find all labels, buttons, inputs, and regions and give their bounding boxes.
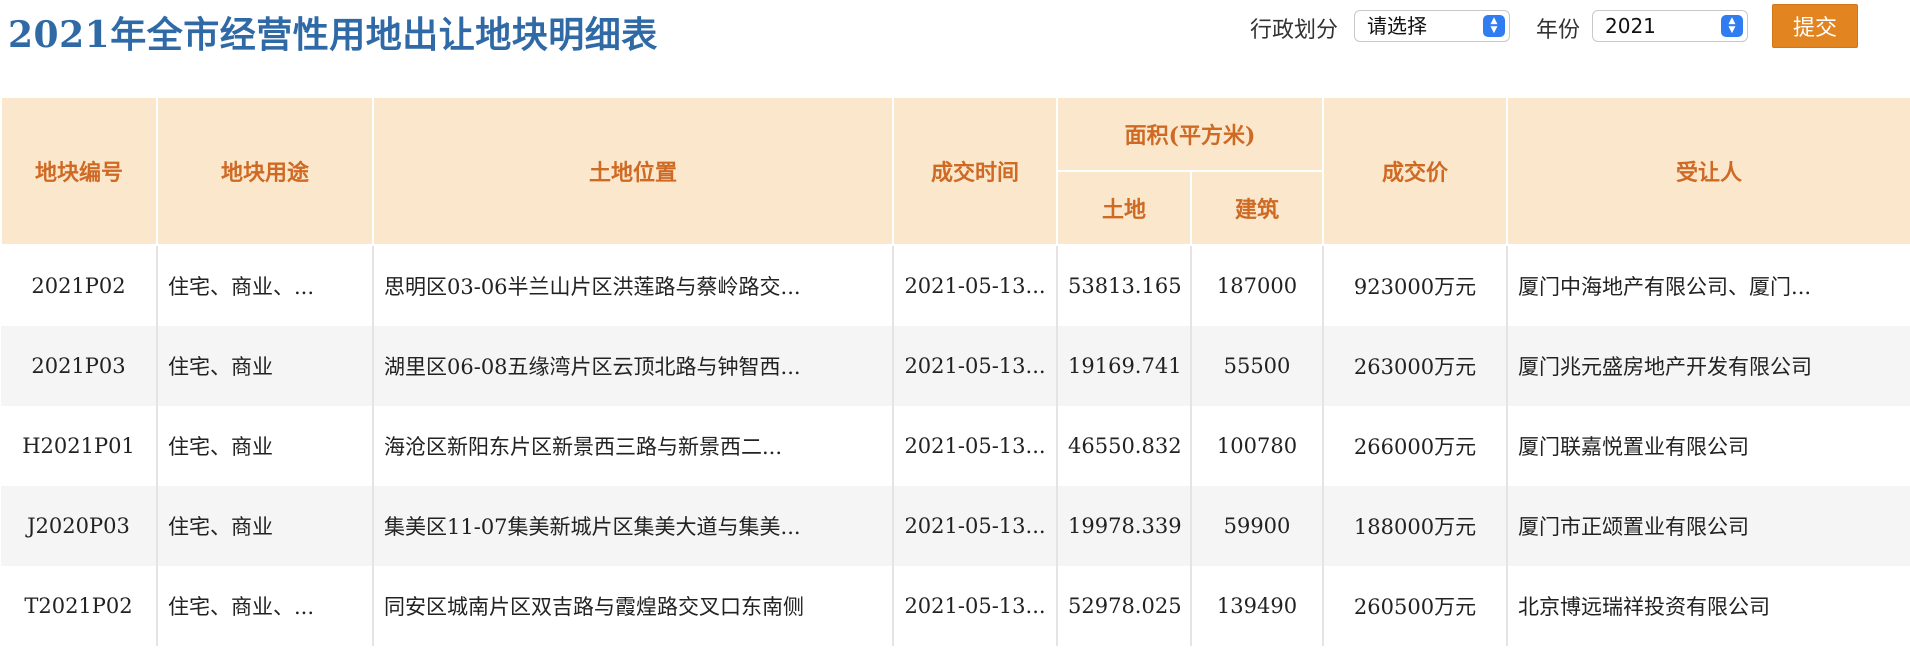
cell-plot-id: H2021P01	[1, 406, 158, 486]
header-price: 成交价	[1322, 96, 1509, 246]
cell-price: 188000万元	[1322, 486, 1509, 566]
header-assignee: 受让人	[1506, 96, 1910, 246]
cell-plot-id: J2020P03	[1, 486, 158, 566]
land-table: 地块编号 地块用途 土地位置 成交时间 面积(平方米) 成交价 受让人 土地 建…	[0, 96, 1910, 646]
cell-area-building: 139490	[1189, 566, 1325, 646]
page-title: 2021年全市经营性用地出让地块明细表	[8, 14, 658, 56]
cell-area-land: 46550.832	[1056, 406, 1192, 486]
cell-area-building: 187000	[1189, 245, 1325, 326]
cell-area-land: 52978.025	[1056, 566, 1192, 646]
cell-assignee: 厦门市正颂置业有限公司	[1506, 486, 1910, 566]
cell-deal-time: 2021-05-13...	[892, 326, 1058, 406]
header-plot-id: 地块编号	[0, 96, 158, 246]
district-select-value: 请选择	[1367, 14, 1427, 38]
cell-area-building: 59900	[1189, 486, 1325, 566]
cell-use: 住宅、商业	[156, 326, 374, 406]
year-select-value: 2021	[1605, 14, 1656, 38]
table-row: H2021P01 住宅、商业 海沧区新阳东片区新景西三路与新景西二... 202…	[1, 406, 1910, 486]
toolbar: 2021年全市经营性用地出让地块明细表 行政划分 请选择 ▲ ▼ 年份 2021 …	[0, 0, 1910, 96]
submit-button[interactable]: 提交	[1772, 4, 1858, 48]
cell-price: 923000万元	[1322, 245, 1509, 326]
cell-area-land: 19978.339	[1056, 486, 1192, 566]
cell-price: 266000万元	[1322, 406, 1509, 486]
cell-use: 住宅、商业	[156, 406, 374, 486]
cell-deal-time: 2021-05-13...	[892, 486, 1058, 566]
district-select[interactable]: 请选择 ▲ ▼	[1354, 10, 1510, 42]
cell-use: 住宅、商业	[156, 486, 374, 566]
table-row: T2021P02 住宅、商业、... 同安区城南片区双吉路与霞煌路交叉口东南侧 …	[1, 566, 1910, 646]
cell-deal-time: 2021-05-13...	[892, 245, 1058, 326]
select-arrows-icon: ▲ ▼	[1721, 15, 1743, 37]
cell-deal-time: 2021-05-13...	[892, 566, 1058, 646]
table-row: 2021P02 住宅、商业、... 思明区03-06半兰山片区洪莲路与蔡岭路交.…	[1, 245, 1910, 326]
header-location: 土地位置	[372, 96, 894, 246]
cell-price: 263000万元	[1322, 326, 1509, 406]
cell-location: 湖里区06-08五缘湾片区云顶北路与钟智西...	[372, 326, 894, 406]
header-use: 地块用途	[156, 96, 374, 246]
year-label: 年份	[1536, 18, 1581, 43]
table-header: 地块编号 地块用途 土地位置 成交时间 面积(平方米) 成交价 受让人 土地 建…	[0, 96, 1910, 246]
cell-location: 海沧区新阳东片区新景西三路与新景西二...	[372, 406, 894, 486]
table-body: 2021P02 住宅、商业、... 思明区03-06半兰山片区洪莲路与蔡岭路交.…	[1, 245, 1910, 646]
cell-use: 住宅、商业、...	[156, 566, 374, 646]
year-select[interactable]: 2021 ▲ ▼	[1592, 10, 1748, 42]
cell-use: 住宅、商业、...	[156, 245, 374, 326]
cell-plot-id: 2021P03	[1, 326, 158, 406]
select-arrows-icon: ▲ ▼	[1483, 15, 1505, 37]
cell-deal-time: 2021-05-13...	[892, 406, 1058, 486]
cell-location: 集美区11-07集美新城片区集美大道与集美...	[372, 486, 894, 566]
header-deal-time: 成交时间	[892, 96, 1058, 246]
cell-plot-id: T2021P02	[1, 566, 158, 646]
cell-assignee: 厦门兆元盛房地产开发有限公司	[1506, 326, 1910, 406]
header-area-group: 面积(平方米)	[1055, 96, 1325, 172]
cell-assignee: 厦门联嘉悦置业有限公司	[1506, 406, 1910, 486]
cell-area-building: 55500	[1189, 326, 1325, 406]
cell-assignee: 厦门中海地产有限公司、厦门...	[1506, 245, 1910, 326]
header-area-building: 建筑	[1189, 170, 1325, 246]
cell-plot-id: 2021P02	[1, 245, 158, 326]
table-row: J2020P03 住宅、商业 集美区11-07集美新城片区集美大道与集美... …	[1, 486, 1910, 566]
cell-location: 同安区城南片区双吉路与霞煌路交叉口东南侧	[372, 566, 894, 646]
cell-assignee: 北京博远瑞祥投资有限公司	[1506, 566, 1910, 646]
cell-price: 260500万元	[1322, 566, 1509, 646]
header-area-land: 土地	[1056, 170, 1192, 246]
cell-location: 思明区03-06半兰山片区洪莲路与蔡岭路交...	[372, 245, 894, 326]
district-label: 行政划分	[1250, 18, 1339, 43]
cell-area-building: 100780	[1189, 406, 1325, 486]
cell-area-land: 53813.165	[1056, 245, 1192, 326]
table-row: 2021P03 住宅、商业 湖里区06-08五缘湾片区云顶北路与钟智西... 2…	[1, 326, 1910, 406]
cell-area-land: 19169.741	[1056, 326, 1192, 406]
